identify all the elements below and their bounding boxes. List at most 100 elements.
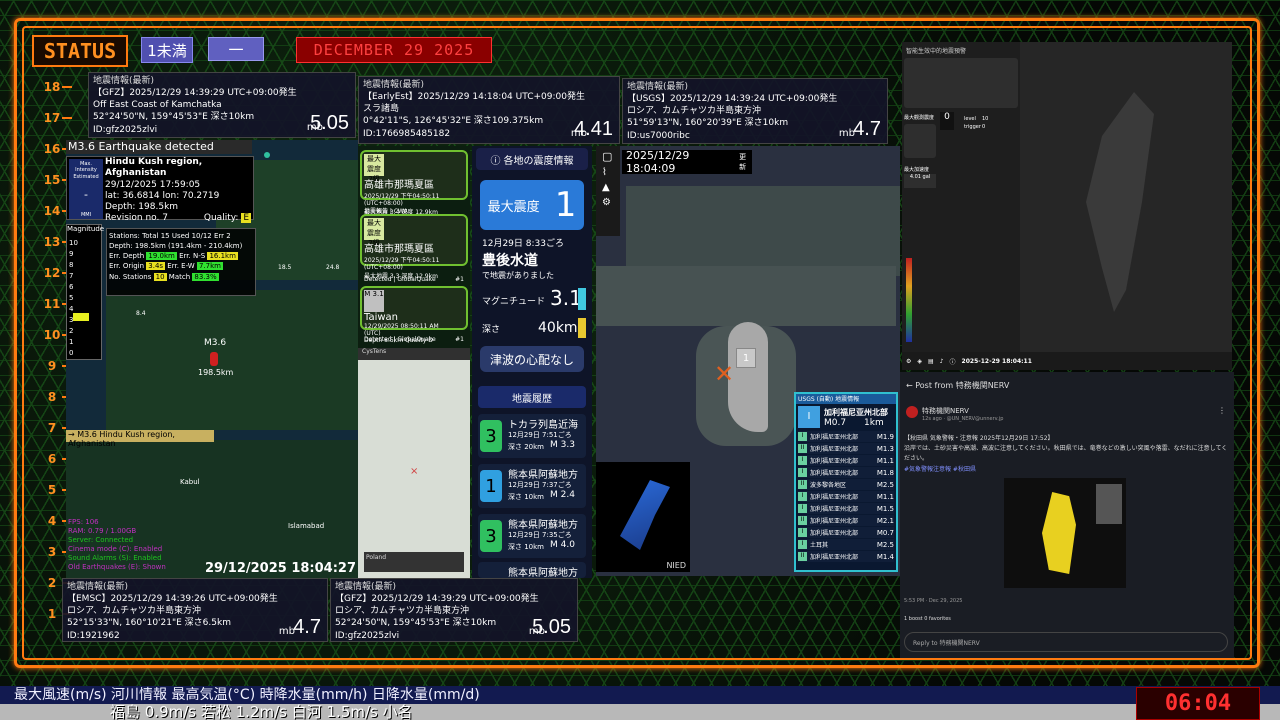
history-mag: M 3.3: [550, 440, 575, 450]
mi-scale: MMI: [80, 211, 92, 218]
usgs-row-place: 加利福尼亚州北部: [810, 554, 859, 561]
max-intensity-value: 1: [554, 185, 577, 225]
no-stations: 10: [153, 272, 167, 281]
info-icon[interactable]: ⓘ: [950, 357, 956, 366]
usgs-row[interactable]: I 加利福尼亚州北部 M1.9: [798, 431, 894, 442]
history-time: 12月29日 7:35ごろ: [508, 531, 572, 539]
eq-note: で地震がありました: [482, 271, 554, 280]
head-text: Detected | GlobalQuake: [364, 276, 436, 283]
epicenter-x-icon[interactable]: ✕: [714, 360, 734, 388]
usgs-row[interactable]: II 加利福尼亚州北部 M1.3: [798, 443, 894, 454]
nied-inset: NIED: [596, 462, 690, 572]
taiwan-island: [1086, 92, 1154, 312]
history-item[interactable]: 熊本県阿蘇地方: [478, 562, 586, 578]
usgs-row[interactable]: I 加利福尼亚州北部 M1.1: [798, 491, 894, 502]
card-sub: 2025/12/29 下午04:50:11 (UTC+08:00): [364, 257, 440, 271]
target-icon[interactable]: ◈: [917, 358, 922, 365]
post-body-line: 【秋田県 気象警報・注意報 2025年12月29日 17:52】: [904, 435, 1054, 442]
usgs-row[interactable]: I 土耳其 M2.5: [798, 539, 894, 550]
usgs-row[interactable]: I 加利福尼亚州北部 M0.7: [798, 527, 894, 538]
update-label: 更新: [739, 153, 747, 171]
reply-input[interactable]: Reply to 特務機関NERV: [904, 632, 1228, 652]
eq-card-usgs[interactable]: 地震情報(最新) 【USGS】2025/12/29 14:39:24 UTC+0…: [622, 78, 888, 144]
usgs-row[interactable]: I 加利福尼亚州北部 M1.8: [798, 467, 894, 478]
usgs-row-mag: M2.5: [876, 540, 894, 549]
avatar[interactable]: [906, 406, 918, 418]
eq-card-gfz[interactable]: 地震情報(最新) 【GFZ】2025/12/29 14:39:29 UTC+09…: [88, 72, 356, 138]
report-card[interactable]: 最大震度 2級 高雄市那瑪夏區 2025/12/29 下午04:50:11 (U…: [360, 214, 468, 280]
eq-card-emsc[interactable]: 地震情報(最新) 【EMSC】2025/12/29 14:39:26 UTC+0…: [62, 578, 328, 642]
intensity-marker: 1: [736, 348, 756, 368]
info-icon[interactable]: ▢: [602, 150, 614, 163]
usgs-main: I 加利福尼亚州北部 M0.7 1km: [796, 404, 896, 430]
globalquake-map[interactable]: M3.6 Earthquake detected Max. Intensity …: [66, 140, 358, 578]
eq-card-gfz-2[interactable]: 地震情報(最新) 【GFZ】2025/12/29 14:39:29 UTC+09…: [330, 578, 578, 642]
magnitude-fill: [73, 313, 89, 321]
card-magnitude: 5.05: [310, 112, 349, 134]
usgs-list: I 加利福尼亚州北部 M1.9 II 加利福尼亚州北部 M1.3 I 加利福尼亚州北部 M1.1…: [796, 431, 896, 562]
weather-ticker-values: 福島 0.9m/s 若松 1.2m/s 白河 1.5m/s 小名: [0, 704, 1280, 720]
more-icon[interactable]: ⋮: [1218, 406, 1226, 415]
usgs-row[interactable]: II 加利福尼亚州北部 M1.4: [798, 551, 894, 562]
head-num: #1: [455, 276, 464, 283]
gear-icon[interactable]: ⚙: [602, 197, 614, 208]
recent-event-label[interactable]: → M3.6 Hindu Kush region, Afghanistan: [66, 430, 214, 448]
map-time-box: 2025/12/29 18:04:09 更新: [622, 149, 752, 175]
epicenter-marker[interactable]: [210, 352, 218, 366]
post-image[interactable]: [1004, 478, 1126, 588]
magnitude-tick: 1: [69, 338, 74, 346]
usgs-row[interactable]: I 加利福尼亚州北部 M1.5: [798, 503, 894, 514]
jp-title-text: 各地の震度情報: [503, 155, 574, 167]
bell-icon[interactable]: ♪: [940, 358, 944, 365]
back-arrow-icon[interactable]: ←: [906, 381, 913, 390]
stats-line1: Stations: Total 15 Used 10/12 Err 2: [109, 232, 231, 240]
japan-map[interactable]: ▢ ⌇ ▲ ⚙ 2025/12/29 18:04:09 更新 1 ✕ NIED U…: [596, 146, 900, 576]
err-ew: 7.7km: [196, 262, 223, 271]
history-time: 12月29日 7:37ごろ: [508, 481, 572, 489]
scale-number: 15: [43, 173, 61, 187]
history-place: トカラ列島近海: [508, 420, 578, 431]
eq-time: 12月29日 8:33ごろ: [482, 239, 564, 249]
usgs-row-mag: M1.1: [876, 456, 894, 465]
usgs-row-place: 加利福尼亚州北部: [810, 458, 859, 465]
err-depth: 19.0km: [146, 252, 177, 261]
card-header: 地震情報(最新): [93, 76, 155, 86]
report-card[interactable]: 最大震度 2級 高雄市那瑪夏區 2025/12/29 下午04:50:11 (U…: [360, 150, 468, 216]
eq-card-earlyest[interactable]: 地震情報(最新) 【EarlyEst】2025/12/29 14:18:04 U…: [358, 76, 620, 144]
usgs-row-place: 土耳其: [810, 542, 829, 549]
legend-block: [1096, 484, 1122, 524]
level-tag: 一: [208, 37, 264, 61]
history-item[interactable]: 3 トカラ列島近海 12月29日 7:51ごろ 深さ 20km M 3.3: [478, 414, 586, 458]
post-author[interactable]: 特務機関NERV: [922, 406, 969, 416]
detection-latlon: lat: 36.6814 lon: 70.2719: [105, 190, 220, 201]
gear-icon[interactable]: ⚙: [906, 358, 911, 365]
usgs-row-mag: M1.4: [876, 552, 894, 561]
digital-clock: 06:04: [1136, 687, 1260, 720]
layers-icon[interactable]: ▤: [928, 358, 934, 365]
scale-number: 9: [47, 359, 57, 373]
wave-icon[interactable]: ⌇: [602, 167, 614, 178]
quality-label: Quality:: [203, 213, 239, 224]
post-tags[interactable]: #気象警報注意報 #秋田県: [904, 465, 1228, 475]
mini-map[interactable]: CysTens × Poland: [358, 348, 470, 578]
post-body-line: 沿岸では、土砂災害や高潮、高波に注意してください。秋田県では、竜巻などの激しい突…: [904, 445, 1228, 463]
history-item[interactable]: 1 熊本県阿蘇地方 12月29日 7:37ごろ 深さ 10km M 2.4: [478, 464, 586, 508]
warning-icon[interactable]: ▲: [602, 182, 614, 193]
history-item[interactable]: 3 熊本県阿蘇地方 12月29日 7:35ごろ 深さ 10km M 4.0: [478, 514, 586, 558]
nerv-post-panel[interactable]: ← Post from 特務機関NERV 特務機関NERV 12s ago · …: [900, 372, 1234, 658]
taiwan-eew-panel[interactable]: 智能生效中的地震預警 最大觀測震度 0 level trigger 10 0 最…: [902, 42, 1232, 370]
tw-num2: 0: [982, 124, 986, 130]
usgs-row[interactable]: I 加利福尼亚州北部 M1.1: [798, 455, 894, 466]
report-card[interactable]: M 3.1 Taiwan 12/29/2025 08:50:11 AM (UTC…: [360, 286, 468, 344]
usgs-row[interactable]: II 加利福尼亚州北部 M2.1: [798, 515, 894, 526]
err-row-3: No. Stations 10 Match 83.3%: [109, 272, 253, 282]
usgs-mag: M0.7: [824, 417, 847, 428]
usgs-row[interactable]: II 波多黎各地区 M2.5: [798, 479, 894, 490]
card-magnitude: 4.7: [293, 616, 321, 638]
info-icon: ⓘ: [490, 155, 501, 167]
tw-mini2: trigger: [964, 124, 981, 130]
jp-panel-title: ⓘ 各地の震度情報: [476, 148, 588, 170]
station-stats: Stations: Total 15 Used 10/12 Err 2 Dept…: [106, 228, 256, 296]
debug-line: Old Earthquakes (E): Shown: [68, 563, 166, 572]
land-honshu: [626, 186, 900, 276]
